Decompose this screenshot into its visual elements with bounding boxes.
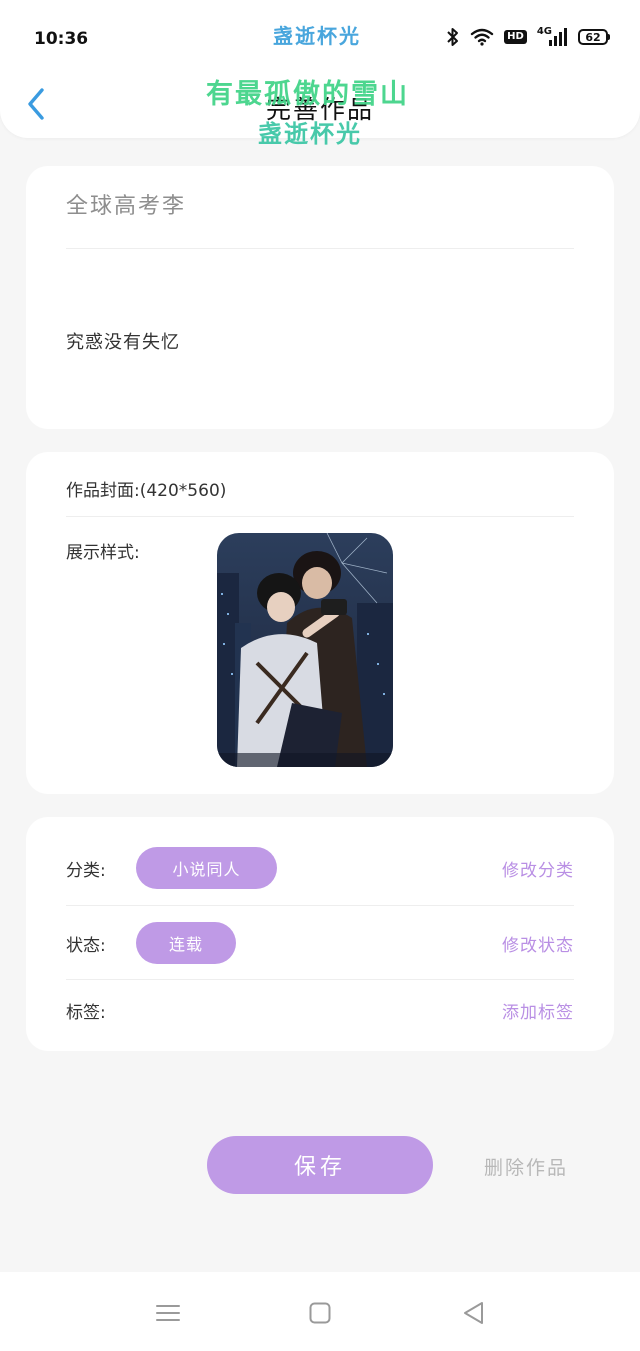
back-nav-button[interactable] — [458, 1298, 488, 1328]
status-label: 状态: — [66, 936, 106, 956]
network-type: 4G — [536, 26, 552, 37]
hd-icon: HD — [504, 30, 527, 44]
delete-work-button[interactable]: 删除作品 — [484, 1153, 568, 1180]
divider — [66, 516, 574, 517]
signal-icon: 4G — [536, 26, 568, 46]
battery-icon: 62 — [578, 29, 610, 45]
work-info-card: 全球高考李 究惑没有失忆 — [26, 166, 614, 429]
battery-level: 62 — [578, 29, 608, 45]
divider — [66, 905, 574, 906]
status-pill[interactable]: 连载 — [136, 922, 236, 964]
cover-label: 作品封面:(420*560) — [66, 481, 227, 501]
edit-category-button[interactable]: 修改分类 — [502, 856, 574, 881]
display-style-label: 展示样式: — [66, 543, 140, 563]
tags-label: 标签: — [66, 1003, 106, 1023]
watermark-top: 盏逝杯光 — [273, 24, 361, 48]
divider — [66, 248, 574, 249]
bluetooth-icon — [446, 27, 460, 47]
edit-status-button[interactable]: 修改状态 — [502, 931, 574, 956]
divider — [66, 979, 574, 980]
meta-card: 分类: 小说同人 修改分类 状态: 连载 修改状态 标签: 添加标签 — [26, 817, 614, 1051]
home-icon — [309, 1302, 331, 1324]
work-summary-input[interactable]: 究惑没有失忆 — [66, 328, 180, 354]
save-button[interactable]: 保存 — [207, 1136, 433, 1194]
back-triangle-icon — [464, 1302, 483, 1324]
add-tag-button[interactable]: 添加标签 — [502, 998, 574, 1023]
menu-button[interactable] — [153, 1298, 183, 1328]
category-label: 分类: — [66, 861, 106, 881]
cover-card: 作品封面:(420*560) 展示样式: — [26, 452, 614, 794]
work-title-input[interactable]: 全球高考李 — [66, 188, 186, 220]
cover-image[interactable] — [217, 533, 393, 767]
header: 10:36 HD 4G 62 完善作品 盏逝杯光 有最孤傲的雪山 盏逝杯光 — [0, 0, 640, 148]
menu-icon — [156, 1305, 180, 1321]
status-icons: HD 4G 62 — [446, 27, 610, 47]
category-pill[interactable]: 小说同人 — [136, 847, 277, 889]
system-navbar — [0, 1272, 640, 1351]
home-button[interactable] — [305, 1298, 335, 1328]
page-title: 完善作品 — [265, 95, 374, 124]
status-time: 10:36 — [34, 29, 89, 49]
wifi-icon — [470, 28, 494, 46]
